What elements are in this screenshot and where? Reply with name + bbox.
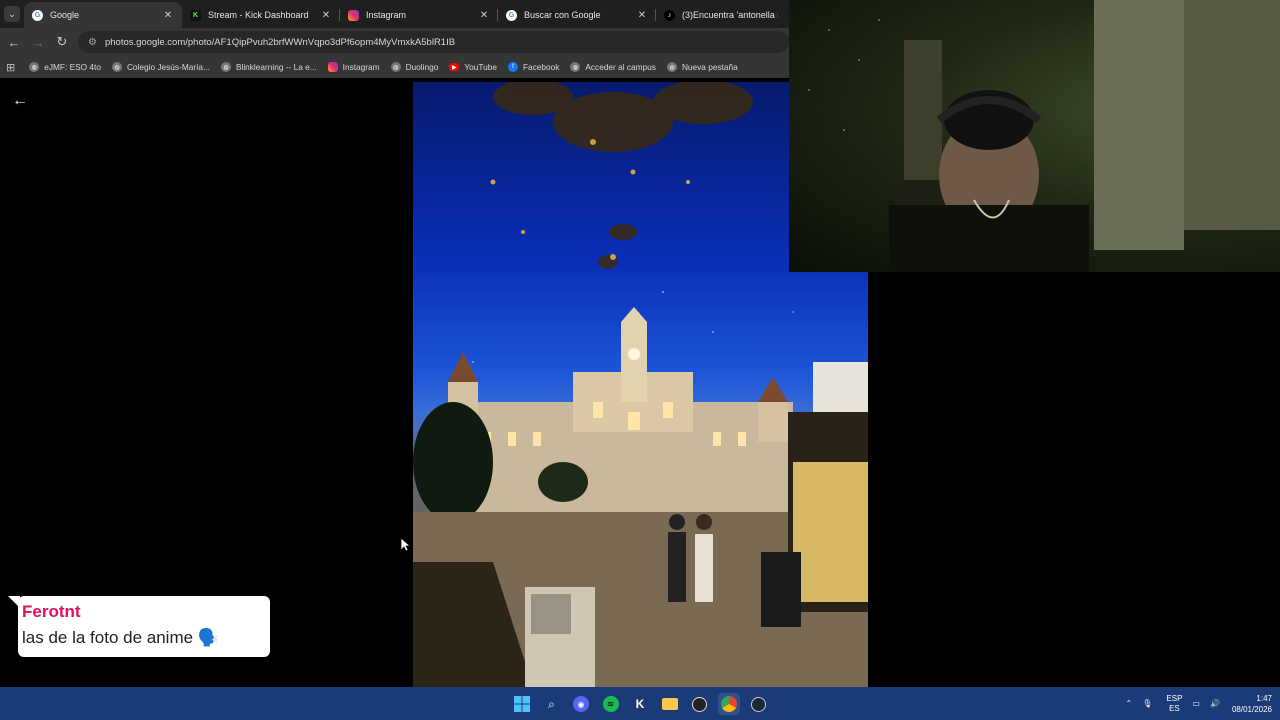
globe-icon: ◍ xyxy=(666,62,677,72)
bookmark-item[interactable]: ◍ eJMF: ESO 4to xyxy=(29,62,101,72)
bookmark-label: Duolingo xyxy=(405,62,439,72)
bookmark-label: YouTube xyxy=(464,62,497,72)
bookmark-label: Nueva pestaña xyxy=(681,62,738,72)
chat-message-text: las de la foto de anime 🗣️ xyxy=(22,628,219,647)
site-info-icon[interactable]: ⚙ xyxy=(88,37,97,48)
youtube-icon: ▶ xyxy=(449,63,460,71)
chat-bubble-tail xyxy=(8,596,20,608)
bookmark-label: eJMF: ESO 4to xyxy=(44,62,101,72)
tab-title: Buscar con Google xyxy=(524,10,601,20)
back-button[interactable]: ← xyxy=(2,30,26,54)
microphone-icon[interactable]: 🎙 xyxy=(1142,699,1152,709)
tab-kick-dashboard[interactable]: K Stream - Kick Dashboard ✕ xyxy=(182,2,340,28)
volume-icon[interactable]: 🔊 xyxy=(1210,699,1220,709)
globe-icon: ◍ xyxy=(111,62,122,72)
tab-title: (3)Encuentra 'antonella rocuzz xyxy=(682,10,778,20)
streamer-webcam-feed xyxy=(808,0,1280,272)
google-favicon-icon: G xyxy=(506,9,517,21)
tab-title: Instagram xyxy=(366,10,407,20)
spotify-icon[interactable]: ≋ xyxy=(600,693,622,715)
bookmark-label: Colegio Jesús-María... xyxy=(126,62,210,72)
clock-date: 08/01/2026 xyxy=(1231,704,1272,714)
reload-icon: ↻ xyxy=(56,34,68,49)
tab-title: Stream - Kick Dashboard xyxy=(208,10,309,20)
instagram-icon xyxy=(327,62,338,72)
language-code: ESP xyxy=(1166,693,1183,703)
steam-icon[interactable] xyxy=(747,693,769,715)
tiktok-favicon-icon: ♪ xyxy=(664,9,675,21)
file-explorer-icon[interactable] xyxy=(659,693,681,715)
globe-icon: ◍ xyxy=(220,62,231,72)
language-indicator[interactable]: ESP ES xyxy=(1166,694,1182,714)
tab-buscar-con-google[interactable]: G Buscar con Google ✕ xyxy=(498,2,656,28)
network-icon[interactable]: ▭ xyxy=(1192,699,1200,709)
close-tab-icon[interactable]: ✕ xyxy=(636,10,648,21)
kick-icon[interactable]: K xyxy=(629,693,651,715)
tab-tiktok[interactable]: ♪ (3)Encuentra 'antonella rocuzz xyxy=(656,2,778,28)
taskbar-pinned-apps: ⌕ ◉ ≋ K xyxy=(511,693,777,715)
instagram-favicon-icon xyxy=(348,9,359,21)
browser-toolbar: ← → ↻ ⚙ photos.google.com/photo/AF1QipPv… xyxy=(0,28,789,56)
tab-google[interactable]: G Google ✕ xyxy=(24,2,182,28)
keyboard-layout: ES xyxy=(1169,703,1180,713)
bookmark-label: Acceder al campus xyxy=(585,62,656,72)
tab-title: Google xyxy=(50,10,80,20)
close-tab-icon[interactable]: ✕ xyxy=(162,10,174,21)
chrome-icon[interactable] xyxy=(717,693,740,715)
reload-button[interactable]: ↻ xyxy=(50,30,74,54)
chevron-up-icon[interactable]: ⌃ xyxy=(1126,699,1133,709)
close-tab-icon[interactable]: ✕ xyxy=(478,10,490,21)
chevron-down-icon: ⌄ xyxy=(4,6,20,22)
bookmark-item[interactable]: ◍ Duolingo xyxy=(390,62,439,72)
bookmark-item[interactable]: ◍ Acceder al campus xyxy=(570,62,656,72)
tab-search-button[interactable]: ⌄ xyxy=(0,0,24,28)
globe-icon: ◍ xyxy=(29,62,40,72)
bookmark-label: Blinklearning -- La e... xyxy=(235,62,317,72)
facebook-icon: f xyxy=(507,62,518,72)
kick-favicon-icon: K xyxy=(190,9,201,21)
back-arrow-icon[interactable]: ← xyxy=(12,92,28,110)
arrow-left-icon: ← xyxy=(7,34,21,50)
clock-time: 1:47 xyxy=(1256,693,1272,703)
windows-start-icon[interactable] xyxy=(511,693,533,715)
system-tray: ⌃ 🎙 ESP ES ▭ 🔊 1:47 08/01/2026 xyxy=(1116,687,1272,720)
webcam-overlay xyxy=(789,0,1280,272)
forward-button[interactable]: → xyxy=(26,30,50,54)
bookmark-item[interactable]: ▶ YouTube xyxy=(449,62,497,72)
windows-taskbar: ⌕ ◉ ≋ K ⌃ 🎙 ESP ES ▭ 🔊 1:47 08/01/2026 xyxy=(0,687,1280,720)
bookmarks-bar: ⊞ ◍ eJMF: ESO 4to ◍ Colegio Jesús-María...… xyxy=(0,56,789,78)
discord-icon[interactable]: ◉ xyxy=(570,693,592,715)
globe-icon: ◍ xyxy=(570,62,581,72)
bookmark-item[interactable]: f Facebook xyxy=(507,62,560,72)
tab-instagram[interactable]: Instagram ✕ xyxy=(340,2,498,28)
bookmark-label: Instagram xyxy=(342,62,380,72)
chat-username: Ferotnt xyxy=(22,602,81,621)
bookmark-item[interactable]: ◍ Colegio Jesús-María... xyxy=(111,62,210,72)
bookmark-label: Facebook xyxy=(522,62,560,72)
bookmark-item[interactable]: Instagram xyxy=(327,62,380,72)
url-text: photos.google.com/photo/AF1QipPvuh2brfWW… xyxy=(104,36,456,48)
bookmark-item[interactable]: ◍ Blinklearning -- La e... xyxy=(220,62,317,72)
google-favicon-icon: G xyxy=(32,9,43,21)
search-icon[interactable]: ⌕ xyxy=(541,693,563,715)
browser-tab-strip: ⌄ G Google ✕ K Stream - Kick Dashboard ✕… xyxy=(0,0,789,28)
obs-icon[interactable] xyxy=(688,693,710,715)
close-tab-icon[interactable]: ✕ xyxy=(320,10,332,21)
chat-message-overlay: Ferotnt las de la foto de anime 🗣️ xyxy=(8,596,270,657)
bookmark-item[interactable]: ◍ Nueva pestaña xyxy=(666,62,738,72)
mouse-cursor-icon xyxy=(401,538,411,552)
globe-icon: ◍ xyxy=(390,62,401,72)
clock[interactable]: 1:47 08/01/2026 xyxy=(1232,693,1272,715)
address-bar[interactable]: ⚙ photos.google.com/photo/AF1QipPvuh2brf… xyxy=(78,31,789,53)
arrow-right-icon: → xyxy=(31,34,45,50)
apps-grid-icon[interactable]: ⊞ xyxy=(6,61,15,74)
screen: ⌄ G Google ✕ K Stream - Kick Dashboard ✕… xyxy=(0,0,1280,720)
